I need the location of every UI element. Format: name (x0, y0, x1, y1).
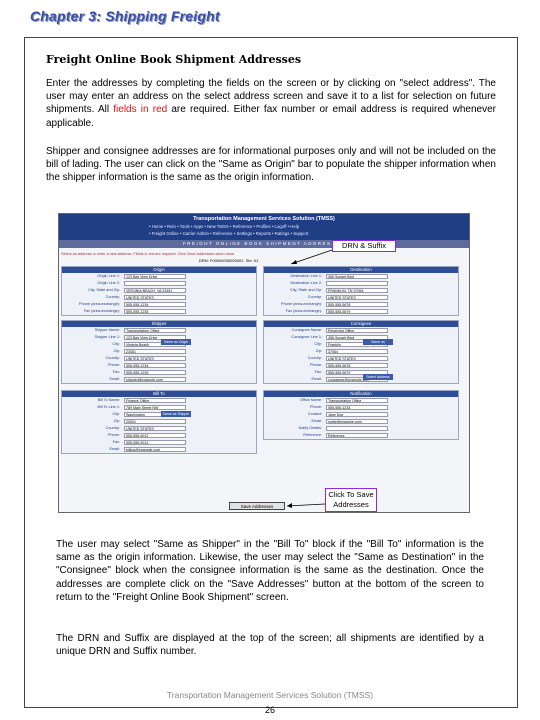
manual-page: Chapter 3: Shipping Freight Freight Onli… (0, 0, 540, 720)
save-arrow (286, 503, 326, 507)
callout-arrows (286, 249, 333, 508)
same-as-paragraph: The user may select "Same as Shipper" in… (56, 539, 484, 603)
save-callout: Click To Save Addresses (325, 488, 377, 512)
page-number: 26 (264, 705, 275, 715)
required-fields-note: fields in red (113, 104, 168, 116)
embedded-screenshot: Transportation Management Services Solut… (58, 213, 470, 513)
section-heading: Freight Online Book Shipment Addresses (46, 53, 302, 66)
intro-paragraph: Enter the addresses by completing the fi… (46, 77, 496, 130)
shipper-paragraph: Shipper and consignee addresses are for … (46, 146, 496, 184)
save-arrowhead (287, 503, 292, 508)
drn-arrow (290, 249, 333, 265)
chapter-title: Chapter 3: Shipping Freight (30, 8, 220, 24)
drn-suffix-callout: DRN & Suffix (332, 240, 396, 252)
drn-paragraph: The DRN and Suffix are displayed at the … (56, 633, 484, 658)
page-footer: Transportation Management Services Solut… (166, 690, 374, 700)
drn-arrowhead (291, 260, 297, 264)
